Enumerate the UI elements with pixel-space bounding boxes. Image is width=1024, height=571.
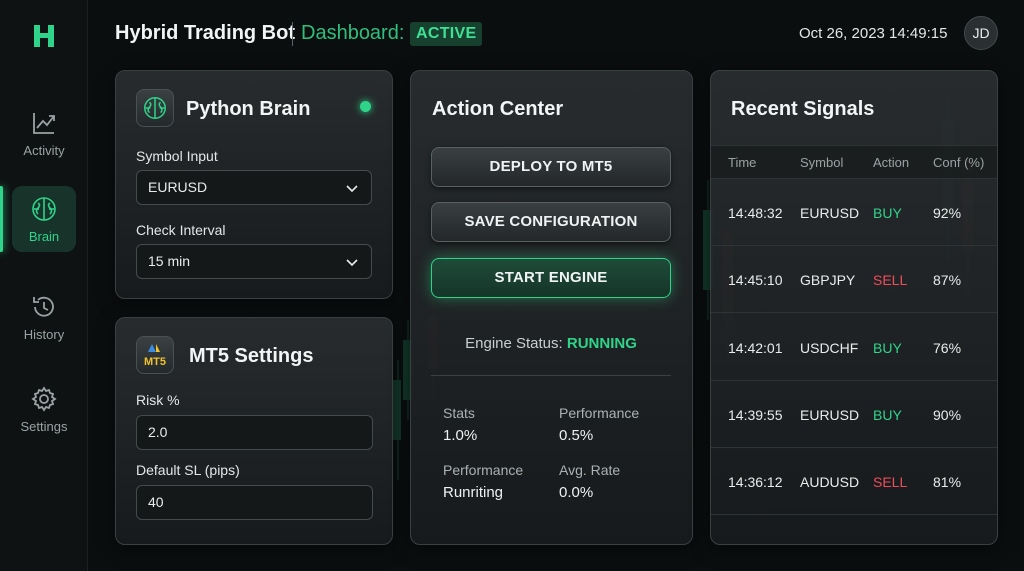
stat-label: Performance — [559, 405, 640, 421]
sidebar-item-label: Activity — [23, 142, 65, 158]
python-brain-title: Python Brain — [186, 98, 311, 120]
dashboard-status-badge: ACTIVE — [410, 22, 483, 46]
column-header-conf: Conf (%) — [933, 155, 985, 170]
check-interval-value: 15 min — [148, 253, 191, 269]
brain-icon — [32, 196, 56, 221]
sidebar-item-label: Settings — [20, 418, 68, 434]
column-header-action: Action — [873, 155, 910, 170]
risk-input[interactable]: 2.0 — [136, 415, 373, 450]
stat-value: 0.5% — [559, 427, 594, 444]
gear-icon — [31, 385, 57, 412]
signal-action: BUY — [873, 340, 902, 356]
recent-signals-title: Recent Signals — [731, 98, 875, 120]
svg-text:MT5: MT5 — [144, 356, 166, 368]
stat-label: Stats — [443, 405, 475, 421]
signal-symbol: EURUSD — [800, 205, 860, 221]
check-interval-label: Check Interval — [136, 222, 226, 238]
symbol-input-label: Symbol Input — [136, 148, 218, 164]
table-row[interactable]: 14:45:10 GBPJPY SELL 87% — [711, 246, 997, 313]
mt5-logo-icon: MT5 — [136, 336, 174, 374]
signal-time: 14:42:01 — [728, 340, 783, 356]
signal-confidence: 76% — [933, 340, 962, 356]
table-row[interactable]: 14:36:12 AUDUSD SELL 81% — [711, 448, 997, 515]
sidebar-item-label: History — [23, 326, 65, 342]
column-header-time: Time — [728, 155, 757, 170]
column-header-symbol: Symbol — [800, 155, 844, 170]
engine-status-value: RUNNING — [566, 335, 637, 352]
signal-time: 14:36:12 — [728, 474, 783, 490]
table-row[interactable]: 14:42:01 USDCHF BUY 76% — [711, 314, 997, 381]
signal-time: 14:45:10 — [728, 272, 783, 288]
signal-confidence: 92% — [933, 205, 962, 221]
mt5-settings-panel: MT5 MT5 Settings Risk % 2.0 Default SL (… — [115, 317, 393, 545]
chevron-down-icon — [346, 259, 358, 267]
recent-signals-panel: Recent Signals Time Symbol Action Conf (… — [710, 70, 998, 545]
save-configuration-button[interactable]: SAVE CONFIGURATION — [431, 202, 671, 242]
sidebar-item-activity[interactable]: Activity — [12, 100, 76, 166]
activity-chart-icon — [33, 112, 55, 134]
engine-status: Engine Status: RUNNING — [411, 335, 691, 352]
signal-time: 14:48:32 — [728, 205, 783, 221]
current-datetime: Oct 26, 2023 14:49:15 — [799, 25, 948, 42]
action-center-title: Action Center — [432, 98, 564, 120]
symbol-select[interactable]: EURUSD — [136, 170, 372, 205]
brain-icon — [136, 89, 174, 127]
mt5-settings-title: MT5 Settings — [189, 345, 314, 367]
engine-status-label: Engine Status: — [465, 335, 563, 352]
deploy-to-mt5-button[interactable]: DEPLOY TO MT5 — [431, 147, 671, 187]
symbol-select-value: EURUSD — [148, 179, 208, 195]
signal-confidence: 90% — [933, 407, 962, 423]
check-interval-select[interactable]: 15 min — [136, 244, 372, 279]
stat-value: 0.0% — [559, 484, 594, 501]
stat-label: Performance — [443, 462, 524, 478]
signals-table-header: Time Symbol Action Conf (%) — [711, 145, 997, 179]
chevron-down-icon — [346, 185, 358, 193]
app-title: Hybrid Trading Bot — [115, 22, 295, 44]
signal-action: BUY — [873, 205, 902, 221]
sidebar-active-indicator — [0, 186, 3, 252]
sidebar-item-history[interactable]: History — [12, 284, 76, 350]
user-avatar[interactable]: JD — [964, 16, 998, 50]
table-row[interactable]: 14:39:55 EURUSD BUY 90% — [711, 381, 997, 448]
action-center-panel: Action Center DEPLOY TO MT5 SAVE CONFIGU… — [410, 70, 693, 545]
signal-action: SELL — [873, 272, 908, 288]
sidebar: Activity Brain History Settings — [0, 0, 88, 571]
default-sl-label: Default SL (pips) — [136, 462, 240, 478]
sidebar-item-settings[interactable]: Settings — [12, 376, 76, 442]
table-row[interactable]: 14:48:32 EURUSD BUY 92% — [711, 179, 997, 246]
stat-value: 1.0% — [443, 427, 478, 444]
stats-divider — [431, 375, 671, 376]
start-engine-button[interactable]: START ENGINE — [431, 258, 671, 298]
signal-confidence: 87% — [933, 272, 962, 288]
risk-label: Risk % — [136, 392, 180, 408]
signal-time: 14:39:55 — [728, 407, 783, 423]
stat-label: Avg. Rate — [559, 462, 621, 478]
signal-action: SELL — [873, 474, 908, 490]
signal-symbol: GBPJPY — [800, 272, 856, 288]
python-brain-panel: Python Brain Symbol Input EURUSD Check I… — [115, 70, 393, 299]
dashboard-label: Dashboard: — [301, 22, 405, 44]
sidebar-item-label: Brain — [28, 228, 60, 244]
signal-action: BUY — [873, 407, 902, 423]
signal-symbol: EURUSD — [800, 407, 860, 423]
title-divider — [292, 22, 293, 46]
history-icon — [33, 296, 54, 317]
default-sl-input[interactable]: 40 — [136, 485, 373, 520]
app-logo-icon — [34, 25, 54, 47]
signal-symbol: USDCHF — [800, 340, 859, 356]
signal-confidence: 81% — [933, 474, 962, 490]
sidebar-item-brain[interactable]: Brain — [12, 186, 76, 252]
online-status-dot — [360, 101, 371, 112]
stat-value: Runriting — [443, 484, 504, 501]
top-header: Hybrid Trading Bot Dashboard: ACTIVE Oct… — [88, 0, 1024, 66]
signal-symbol: AUDUSD — [800, 474, 860, 490]
